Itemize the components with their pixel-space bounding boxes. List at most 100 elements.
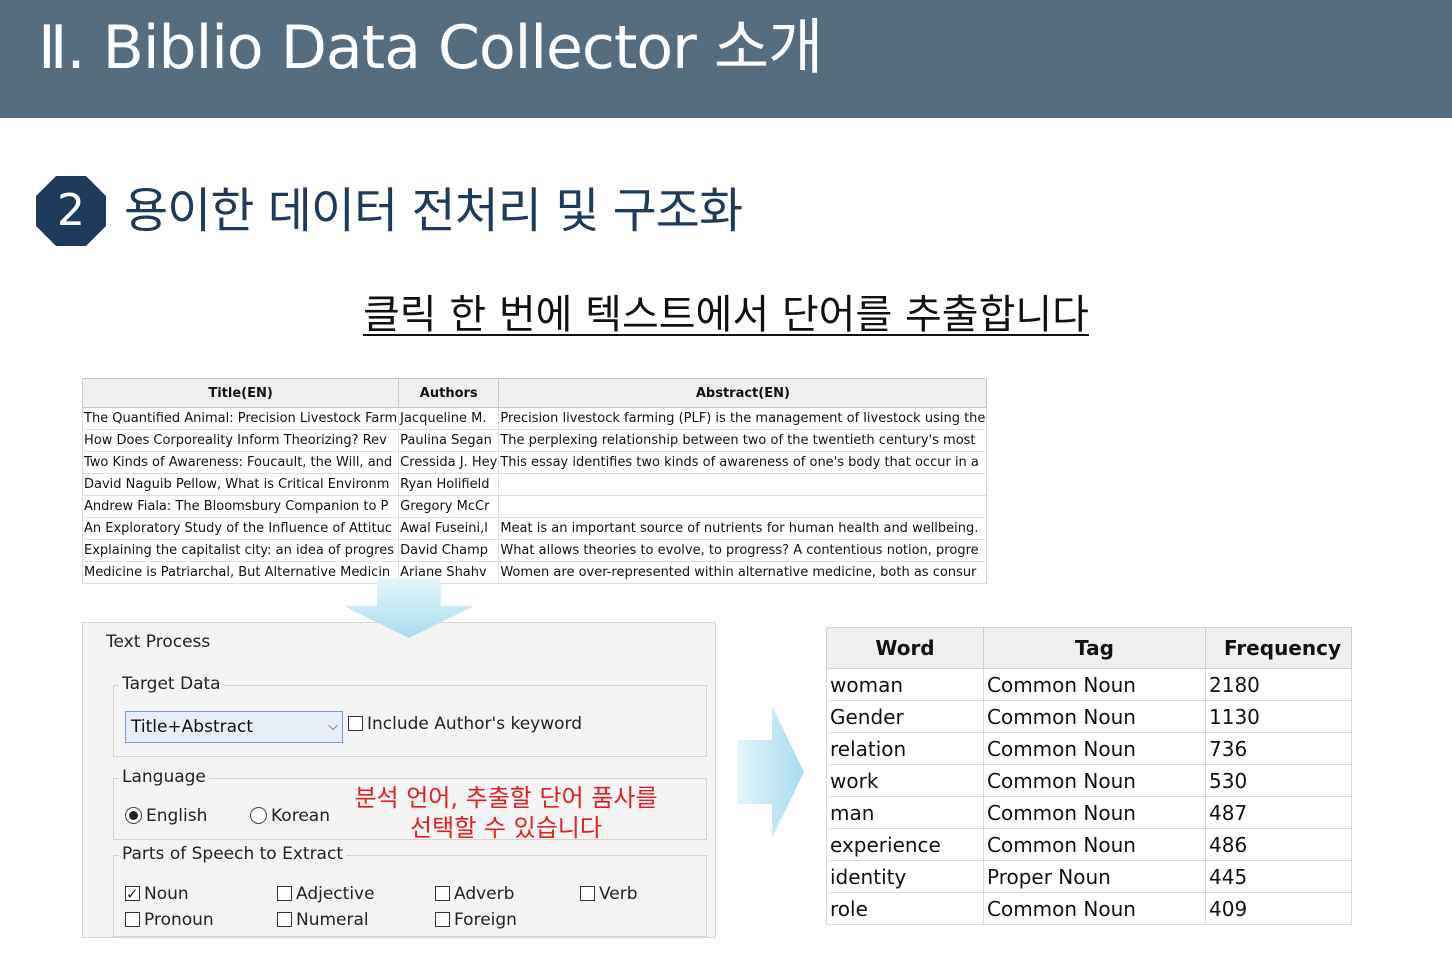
cell-tag[interactable]: Common Noun: [983, 764, 1206, 797]
cell-title[interactable]: Explaining the capitalist city: an idea …: [81, 539, 400, 562]
column-header-title[interactable]: Title(EN): [81, 378, 400, 408]
cell-word[interactable]: identity: [826, 860, 984, 893]
adverb-checkbox[interactable]: [435, 886, 450, 901]
cell-abstract[interactable]: The perplexing relationship between two …: [498, 429, 988, 452]
column-header-tag[interactable]: Tag: [983, 627, 1206, 669]
cell-abstract[interactable]: What allows theories to evolve, to progr…: [498, 539, 988, 562]
cell-word[interactable]: man: [826, 796, 984, 829]
cell-tag[interactable]: Common Noun: [983, 796, 1206, 829]
cell-tag[interactable]: Common Noun: [983, 892, 1206, 925]
pos-pronoun-option[interactable]: Pronoun: [125, 909, 214, 931]
cell-frequency[interactable]: 2180: [1205, 668, 1352, 701]
table-row[interactable]: identity Proper Noun 445: [826, 860, 1352, 893]
table-row[interactable]: work Common Noun 530: [826, 764, 1352, 797]
cell-tag[interactable]: Common Noun: [983, 668, 1206, 701]
target-data-select-value: Title+Abstract: [131, 717, 254, 737]
cell-abstract[interactable]: Women are over-represented within altern…: [498, 561, 988, 584]
cell-frequency[interactable]: 486: [1205, 828, 1352, 861]
cell-word[interactable]: woman: [826, 668, 984, 701]
table-row[interactable]: experience Common Noun 486: [826, 828, 1352, 861]
cell-word[interactable]: experience: [826, 828, 984, 861]
pos-numeral-option[interactable]: Numeral: [277, 909, 369, 931]
column-header-word[interactable]: Word: [826, 627, 984, 669]
cell-tag[interactable]: Proper Noun: [983, 860, 1206, 893]
adverb-label: Adverb: [454, 884, 515, 904]
table-row[interactable]: woman Common Noun 2180: [826, 668, 1352, 701]
table-row[interactable]: The Quantified Animal: Precision Livesto…: [81, 407, 988, 430]
pos-foreign-option[interactable]: Foreign: [435, 909, 517, 931]
cell-authors[interactable]: Jacqueline M.: [398, 407, 500, 430]
table-row[interactable]: An Exploratory Study of the Influence of…: [81, 517, 988, 540]
table-row[interactable]: Two Kinds of Awareness: Foucault, the Wi…: [81, 451, 988, 474]
annotation-note-line1: 분석 언어, 추출할 단어 품사를: [354, 784, 658, 812]
cell-authors[interactable]: Ryan Holifield: [398, 473, 500, 496]
language-korean-option[interactable]: Korean: [250, 805, 330, 827]
pos-noun-option[interactable]: Noun: [125, 883, 189, 905]
english-radio[interactable]: [125, 807, 142, 824]
cell-title[interactable]: The Quantified Animal: Precision Livesto…: [81, 407, 400, 430]
column-header-abstract[interactable]: Abstract(EN): [498, 378, 988, 408]
cell-authors[interactable]: Paulina Segan: [398, 429, 500, 452]
slide-subtitle: 클릭 한 번에 텍스트에서 단어를 추출합니다: [0, 288, 1452, 342]
verb-label: Verb: [599, 884, 638, 904]
language-label: Language: [119, 767, 209, 787]
cell-word[interactable]: Gender: [826, 700, 984, 733]
word-frequency-table: Word Tag Frequency woman Common Noun 218…: [826, 627, 1352, 925]
cell-title[interactable]: David Naguib Pellow, What is Critical En…: [81, 473, 400, 496]
pos-adjective-option[interactable]: Adjective: [277, 883, 375, 905]
table-row[interactable]: Explaining the capitalist city: an idea …: [81, 539, 988, 562]
include-author-keyword-checkbox[interactable]: [348, 716, 363, 731]
cell-tag[interactable]: Common Noun: [983, 700, 1206, 733]
table-row[interactable]: relation Common Noun 736: [826, 732, 1352, 765]
target-data-select[interactable]: Title+Abstract ⌵: [125, 711, 343, 743]
table-row[interactable]: Medicine is Patriarchal, But Alternative…: [81, 561, 988, 584]
cell-frequency[interactable]: 736: [1205, 732, 1352, 765]
language-english-option[interactable]: English: [125, 805, 207, 827]
pos-adverb-option[interactable]: Adverb: [435, 883, 514, 905]
cell-authors[interactable]: Awal Fuseini,l: [398, 517, 500, 540]
column-header-frequency[interactable]: Frequency: [1205, 627, 1352, 669]
cell-word[interactable]: role: [826, 892, 984, 925]
cell-frequency[interactable]: 487: [1205, 796, 1352, 829]
cell-authors[interactable]: Gregory McCr: [398, 495, 500, 518]
cell-frequency[interactable]: 530: [1205, 764, 1352, 797]
cell-authors[interactable]: Cressida J. Hey: [398, 451, 500, 474]
cell-frequency[interactable]: 445: [1205, 860, 1352, 893]
korean-radio[interactable]: [250, 807, 267, 824]
text-process-panel: Text Process Target Data Title+Abstract …: [82, 622, 716, 938]
cell-abstract[interactable]: [498, 495, 988, 518]
cell-abstract[interactable]: Precision livestock farming (PLF) is the…: [498, 407, 988, 430]
table-row[interactable]: role Common Noun 409: [826, 892, 1352, 925]
cell-frequency[interactable]: 1130: [1205, 700, 1352, 733]
table-row[interactable]: Andrew Fiala: The Bloomsbury Companion t…: [81, 495, 988, 518]
table-row[interactable]: How Does Corporeality Inform Theorizing?…: [81, 429, 988, 452]
cell-abstract[interactable]: [498, 473, 988, 496]
table-row[interactable]: Gender Common Noun 1130: [826, 700, 1352, 733]
cell-title[interactable]: Two Kinds of Awareness: Foucault, the Wi…: [81, 451, 400, 474]
cell-frequency[interactable]: 409: [1205, 892, 1352, 925]
cell-abstract[interactable]: This essay identifies two kinds of aware…: [498, 451, 988, 474]
foreign-checkbox[interactable]: [435, 912, 450, 927]
cell-word[interactable]: work: [826, 764, 984, 797]
cell-title[interactable]: Andrew Fiala: The Bloomsbury Companion t…: [81, 495, 400, 518]
adjective-checkbox[interactable]: [277, 886, 292, 901]
table-row[interactable]: David Naguib Pellow, What is Critical En…: [81, 473, 988, 496]
cell-abstract[interactable]: Meat is an important source of nutrients…: [498, 517, 988, 540]
noun-checkbox[interactable]: [125, 883, 140, 905]
include-author-keyword-option[interactable]: Include Author's keyword: [348, 713, 582, 735]
pronoun-checkbox[interactable]: [125, 912, 140, 927]
table-row[interactable]: man Common Noun 487: [826, 796, 1352, 829]
pos-verb-option[interactable]: Verb: [580, 883, 638, 905]
cell-title[interactable]: How Does Corporeality Inform Theorizing?…: [81, 429, 400, 452]
cell-title[interactable]: An Exploratory Study of the Influence of…: [81, 517, 400, 540]
cell-authors[interactable]: David Champ: [398, 539, 500, 562]
verb-checkbox[interactable]: [580, 886, 595, 901]
cell-tag[interactable]: Common Noun: [983, 732, 1206, 765]
cell-tag[interactable]: Common Noun: [983, 828, 1206, 861]
column-header-authors[interactable]: Authors: [398, 378, 500, 408]
numeral-checkbox[interactable]: [277, 912, 292, 927]
arrow-down-icon: [344, 578, 474, 638]
text-process-title: Text Process: [103, 632, 214, 652]
target-data-label: Target Data: [119, 674, 224, 694]
cell-word[interactable]: relation: [826, 732, 984, 765]
